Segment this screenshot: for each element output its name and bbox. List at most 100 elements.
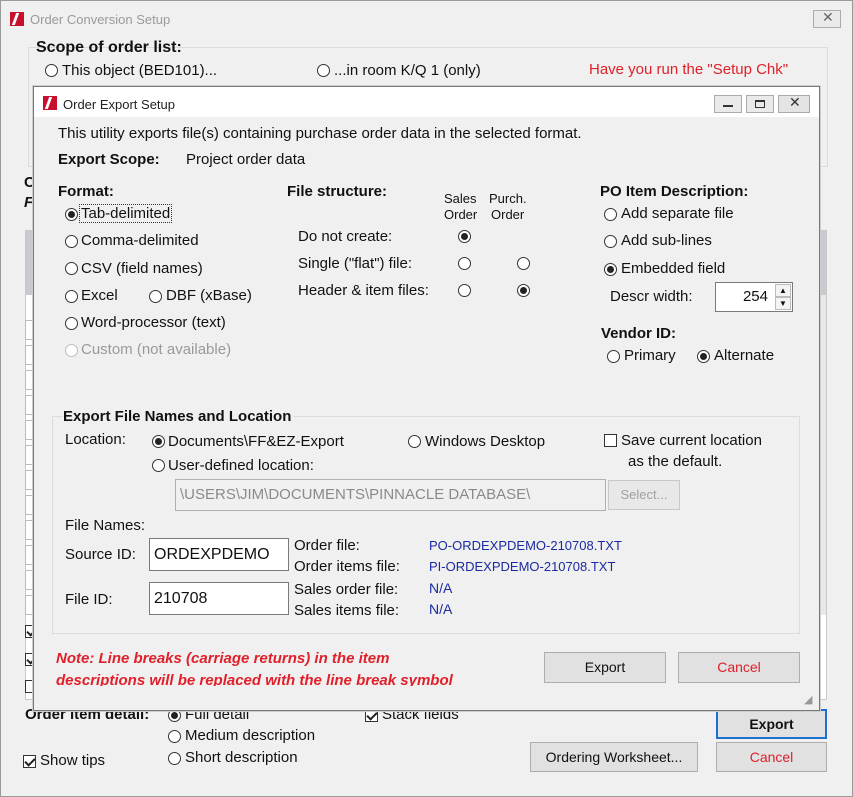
loc-documents-radio[interactable]	[152, 435, 165, 448]
col-purch-label: Purch.	[489, 191, 527, 206]
file-id-input[interactable]: 210708	[149, 582, 289, 615]
format-comma-radio[interactable]	[65, 235, 78, 248]
format-dbf-label: DBF (xBase)	[166, 287, 252, 304]
source-id-value: ORDEXPDEMO	[154, 546, 270, 563]
vendor-alternate-radio[interactable]	[697, 350, 710, 363]
add-separate-radio[interactable]	[604, 208, 617, 221]
loc-desktop-radio[interactable]	[408, 435, 421, 448]
sales-items-value: N/A	[429, 601, 453, 617]
show-tips-label: Show tips	[40, 752, 106, 769]
format-tab-label: Tab-delimited	[78, 204, 173, 223]
add-sublines-label: Add sub-lines	[621, 232, 712, 249]
path-field: \USERS\JIM\DOCUMENTS\PINNACLE DATABASE\	[175, 479, 606, 511]
close-icon: ✕	[789, 94, 801, 110]
format-custom-radio	[65, 344, 78, 357]
save-location-checkbox[interactable]	[604, 434, 617, 447]
order-export-dialog: Order Export Setup ✕ This utility export…	[33, 86, 820, 711]
side-letter-f: F	[24, 194, 34, 211]
embedded-label: Embedded field	[621, 260, 726, 277]
line-break-note: Note: Line breaks (carriage returns) in …	[56, 650, 390, 667]
format-tab-radio[interactable]	[65, 208, 78, 221]
select-button-label: Select...	[620, 487, 668, 502]
file-id-value: 210708	[154, 590, 208, 607]
vendor-primary-radio[interactable]	[607, 350, 620, 363]
add-sublines-radio[interactable]	[604, 235, 617, 248]
parent-export-button[interactable]: Export	[716, 709, 827, 739]
scope-room-radio[interactable]	[317, 64, 330, 77]
parent-cancel-label: Cancel	[749, 749, 794, 765]
single-flat-purch-radio[interactable]	[517, 257, 530, 270]
parent-cancel-button[interactable]: Cancel	[716, 742, 827, 772]
file-structure-heading: File structure:	[287, 183, 388, 200]
minimize-icon	[723, 105, 733, 107]
descr-width-spinner[interactable]: 254 ▲ ▼	[715, 282, 793, 312]
select-location-button: Select...	[608, 480, 680, 510]
names-heading: Export File Names and Location	[63, 408, 295, 425]
ordering-worksheet-label: Ordering Worksheet...	[545, 749, 683, 765]
scope-this-radio[interactable]	[45, 64, 58, 77]
single-flat-label: Single ("flat") file:	[298, 255, 413, 272]
short-description-radio[interactable]	[168, 752, 181, 765]
spin-down-icon[interactable]: ▼	[775, 297, 791, 310]
save-location-label: Save current location	[621, 432, 762, 449]
medium-description-label: Medium description	[185, 727, 316, 744]
source-id-input[interactable]: ORDEXPDEMO	[149, 538, 289, 571]
format-custom-label: Custom (not available)	[81, 341, 232, 358]
close-icon: ✕	[822, 9, 834, 25]
parent-export-label: Export	[749, 716, 794, 732]
maximize-icon	[755, 100, 765, 108]
header-item-purch-radio[interactable]	[517, 284, 530, 297]
descr-width-label: Descr width:	[610, 288, 693, 305]
dialog-minimize-button[interactable]	[714, 95, 742, 113]
loc-user-radio[interactable]	[152, 459, 165, 472]
embedded-radio[interactable]	[604, 263, 617, 276]
vendor-alternate-label: Alternate	[714, 347, 775, 364]
format-excel-radio[interactable]	[65, 290, 78, 303]
location-label: Location:	[65, 431, 126, 448]
po-desc-heading: PO Item Description:	[600, 183, 749, 200]
spin-up-icon[interactable]: ▲	[775, 284, 791, 297]
do-not-create-label: Do not create:	[298, 228, 393, 245]
line-break-note-2: descriptions will be replaced with the l…	[56, 672, 453, 686]
loc-user-label: User-defined location:	[168, 457, 314, 474]
header-item-sales-radio[interactable]	[458, 284, 471, 297]
export-scope-value: Project order data	[186, 151, 306, 168]
format-comma-label: Comma-delimited	[81, 232, 199, 249]
dialog-cancel-button[interactable]: Cancel	[678, 652, 800, 683]
resize-grip-icon[interactable]: ◢	[804, 693, 812, 706]
format-csv-radio[interactable]	[65, 262, 78, 275]
export-scope-label: Export Scope:	[58, 151, 160, 168]
dialog-close-button[interactable]: ✕	[778, 94, 810, 113]
order-file-label: Order file:	[294, 537, 360, 554]
order-file-value: PO-ORDEXPDEMO-210708.TXT	[429, 538, 622, 553]
col-sales-label-2: Order	[444, 207, 478, 222]
vendor-primary-label: Primary	[624, 347, 676, 364]
format-excel-label: Excel	[81, 287, 118, 304]
path-value: \USERS\JIM\DOCUMENTS\PINNACLE DATABASE\	[180, 486, 531, 503]
format-word-label: Word-processor (text)	[81, 314, 226, 331]
vendor-heading: Vendor ID:	[601, 325, 677, 342]
app-icon	[10, 12, 24, 26]
parent-close-button[interactable]: ✕	[813, 9, 841, 28]
do-not-create-sales-radio[interactable]	[458, 230, 471, 243]
dialog-titlebar: Order Export Setup ✕	[34, 87, 819, 117]
add-separate-label: Add separate file	[621, 205, 734, 222]
file-id-label: File ID:	[65, 591, 113, 608]
medium-description-radio[interactable]	[168, 730, 181, 743]
dialog-export-button[interactable]: Export	[544, 652, 666, 683]
sales-order-value: N/A	[429, 580, 453, 596]
dialog-export-label: Export	[584, 659, 626, 675]
dialog-intro: This utility exports file(s) containing …	[58, 125, 582, 142]
format-word-radio[interactable]	[65, 317, 78, 330]
header-item-label: Header & item files:	[298, 282, 429, 299]
short-description-label: Short description	[185, 749, 298, 766]
dialog-maximize-button[interactable]	[746, 95, 774, 113]
sales-items-label: Sales items file:	[294, 602, 400, 619]
ordering-worksheet-button[interactable]: Ordering Worksheet...	[530, 742, 698, 772]
single-flat-sales-radio[interactable]	[458, 257, 471, 270]
format-dbf-radio[interactable]	[149, 290, 162, 303]
show-tips-checkbox[interactable]	[23, 755, 36, 768]
scope-this-label: This object (BED101)...	[62, 62, 218, 79]
dialog-cancel-label: Cancel	[717, 659, 761, 675]
loc-desktop-label: Windows Desktop	[425, 433, 546, 450]
